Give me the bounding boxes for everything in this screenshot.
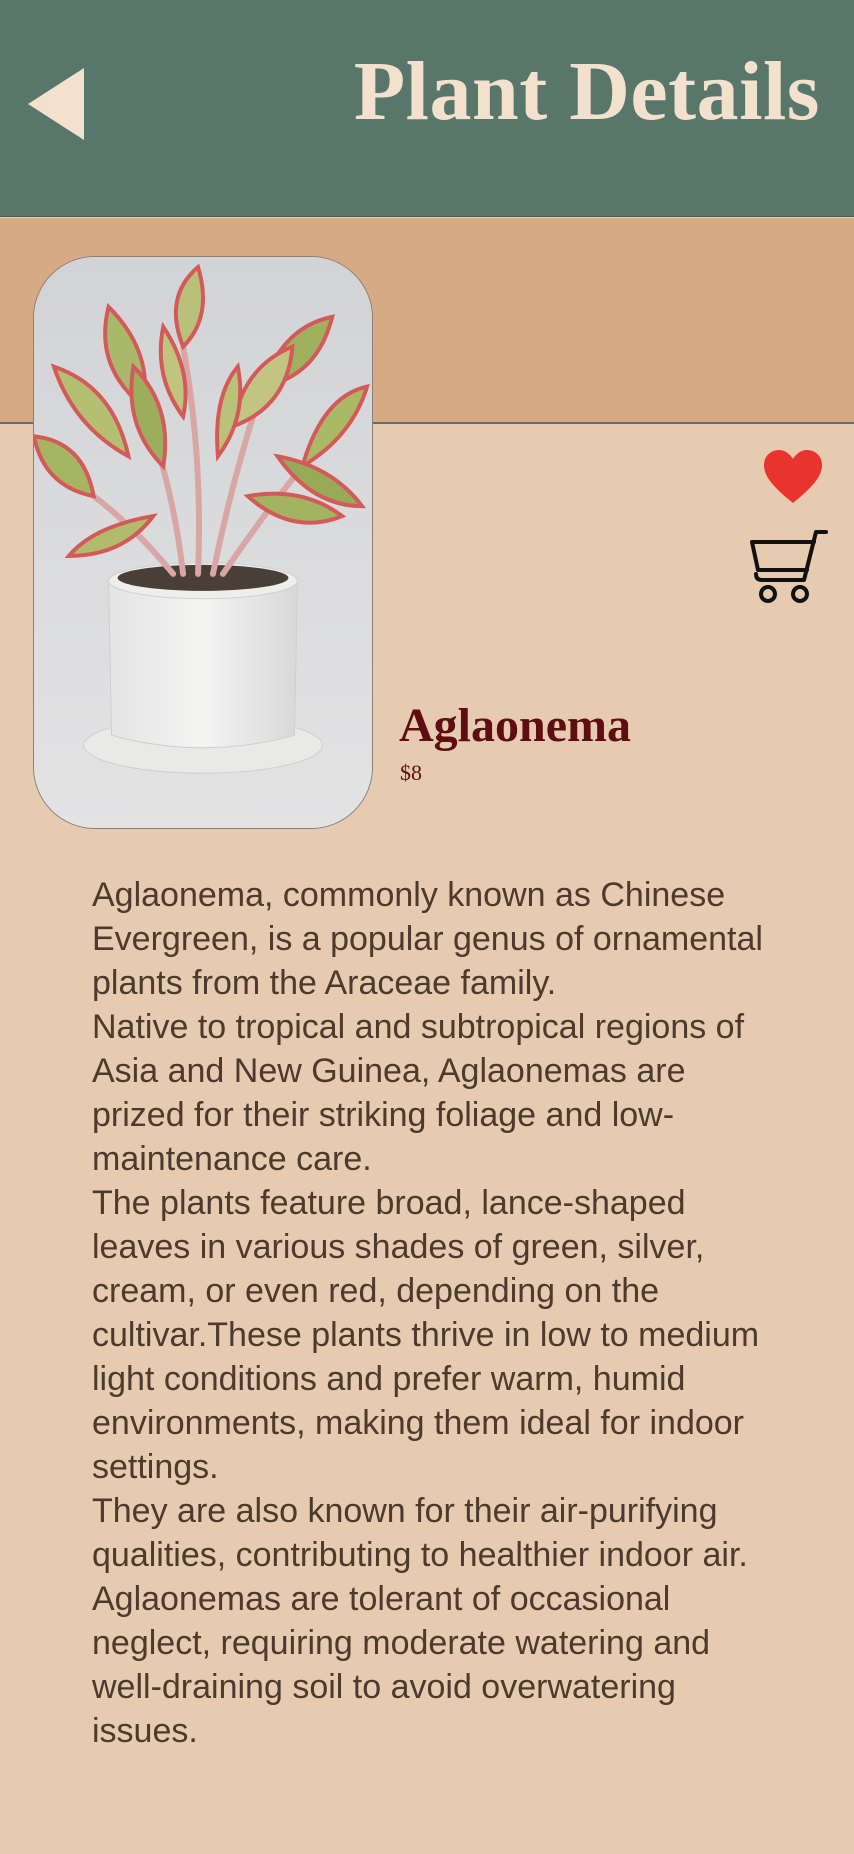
shopping-cart-icon <box>750 530 828 603</box>
plant-price: $8 <box>400 760 422 785</box>
description-paragraph: The plants feature broad, lance-shaped l… <box>92 1184 760 1486</box>
favorite-button[interactable] <box>762 448 824 506</box>
heart-icon <box>764 450 822 503</box>
page-title: Plant Details <box>353 45 820 138</box>
plant-name: Aglaonema <box>399 699 631 752</box>
add-to-cart-button[interactable] <box>748 528 828 604</box>
app-header: Plant Details <box>0 0 854 217</box>
back-arrow-icon <box>28 68 84 140</box>
description-paragraph: Native to tropical and subtropical regio… <box>92 1008 745 1178</box>
back-button[interactable] <box>26 66 88 142</box>
description-paragraph: They are also known for their air-purify… <box>92 1492 748 1750</box>
description-paragraph: Aglaonema, commonly known as Chinese Eve… <box>92 876 763 1002</box>
plant-description: Aglaonema, commonly known as Chinese Eve… <box>92 873 772 1753</box>
plant-photo <box>33 256 373 829</box>
